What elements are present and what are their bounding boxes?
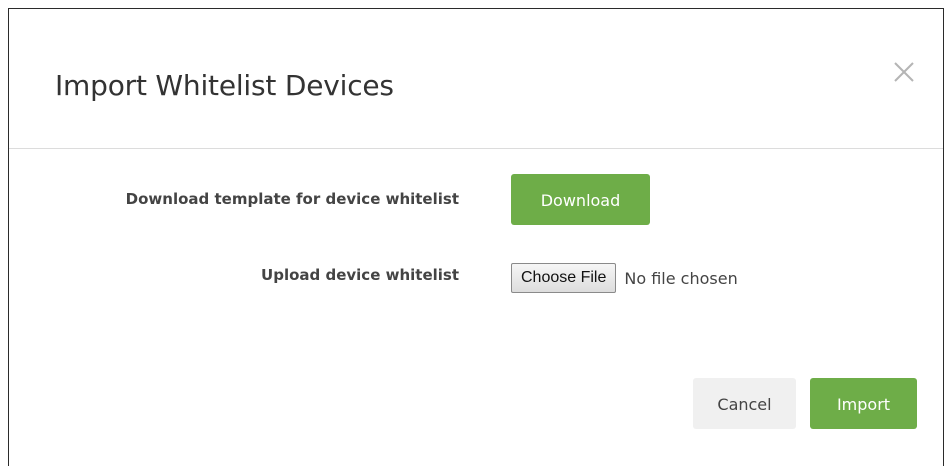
import-whitelist-dialog: Import Whitelist Devices Download templa… [8,8,944,466]
file-status-text: No file chosen [624,268,738,288]
dialog-title: Import Whitelist Devices [55,69,394,102]
close-button[interactable] [891,59,917,85]
choose-file-button[interactable]: Choose File [511,263,617,293]
download-button[interactable]: Download [511,174,650,225]
download-template-label: Download template for device whitelist [125,190,459,208]
dialog-header: Import Whitelist Devices [9,9,943,149]
cancel-button[interactable]: Cancel [693,378,796,429]
file-input: Choose File No file chosen [511,262,738,294]
upload-whitelist-label: Upload device whitelist [261,266,459,284]
import-button[interactable]: Import [810,378,917,429]
close-icon [894,62,914,82]
